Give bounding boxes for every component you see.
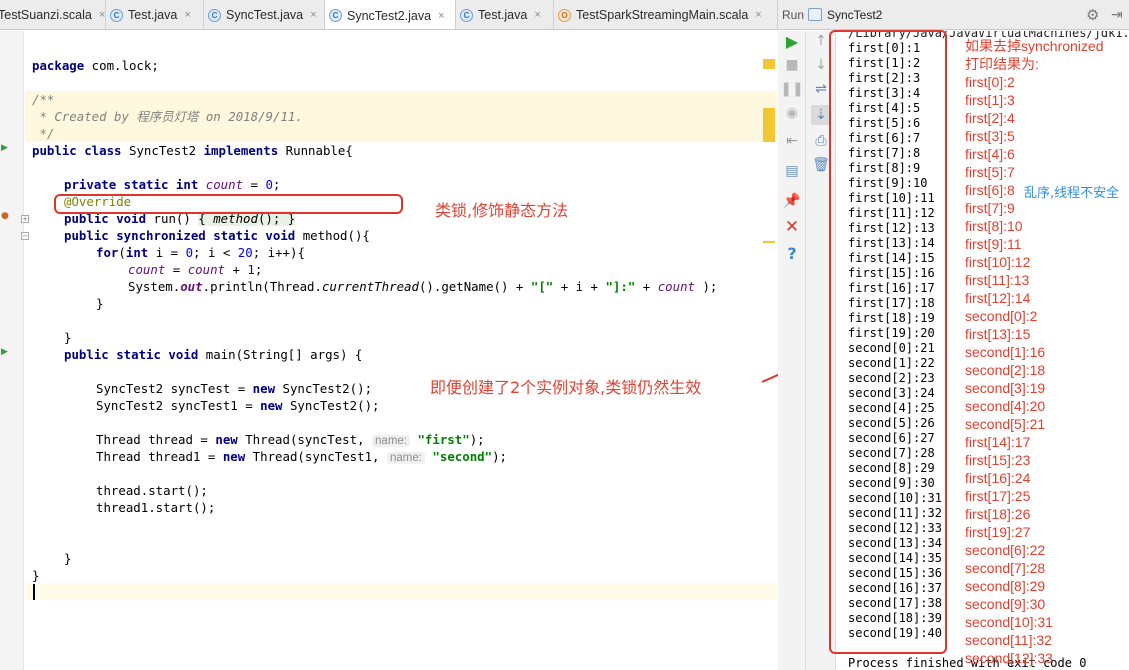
annotation-line: second[1]:16 [965,344,1046,360]
annotation-line: first[7]:9 [965,200,1015,216]
annotation-line: first[2]:4 [965,110,1015,126]
layout-icon[interactable]: ▤ [782,161,802,181]
annotation-line: first[10]:12 [965,254,1031,270]
run-panel-header: Run SyncTest2 ⚙ ⇥ [778,0,1129,30]
exit-icon[interactable]: ⇤ [782,131,802,151]
annotation-line: second[10]:31 [965,614,1053,630]
annotation-line: first[14]:17 [965,434,1031,450]
run-config-icon [808,8,822,21]
run-toolbar: ▶ ■ ❚❚ ◉ ⇤ ▤ 📌 ✕ ? [778,31,806,670]
annotation-line: first[8]:10 [965,218,1023,234]
run-config-tab[interactable]: SyncTest2 [827,8,882,22]
rerun-icon[interactable]: ▶ [782,31,802,51]
gear-icon[interactable]: ⚙ [1086,6,1099,24]
scroll-to-end-icon[interactable]: ⇣ [811,105,831,125]
annotation-line: first[11]:13 [965,272,1030,288]
annotation-line: second[11]:32 [965,632,1052,648]
output-highlight-box [829,30,947,654]
annotation-line: second[7]:28 [965,560,1046,576]
pin-icon[interactable]: 📌 [782,191,802,211]
annotation-line: second[4]:20 [965,398,1046,414]
annotation-line: first[1]:3 [965,92,1015,108]
annotation-line: second[8]:29 [965,578,1046,594]
annotation-line: second[0]:2 [965,308,1038,324]
unsafe-note: 乱序,线程不安全 [1024,186,1120,201]
dump-threads-icon[interactable]: ◉ [782,103,802,123]
annotation-line: second[5]:21 [965,416,1046,432]
stop-icon[interactable]: ■ [782,55,802,75]
hide-panel-icon[interactable]: ⇥ [1111,6,1123,23]
up-icon[interactable]: ↑ [811,31,831,51]
down-icon[interactable]: ↓ [811,55,831,75]
annotation-line: second[9]:30 [965,596,1046,612]
annotation-line: 如果去掉synchronized [965,38,1104,54]
annotation-line: first[19]:27 [965,524,1031,540]
help-icon[interactable]: ? [782,243,802,263]
soft-wrap-icon[interactable]: ⇌ [811,79,831,99]
annotation-line: second[3]:19 [965,380,1046,396]
annotation-line: 打印结果为: [965,56,1039,72]
annotation-line: first[6]:8 [965,182,1015,198]
annotation-line: first[15]:23 [965,452,1031,468]
annotation-line: second[12]:33 [965,650,1053,666]
annotation-line: first[3]:5 [965,128,1015,144]
annotation-line: second[6]:22 [965,542,1046,558]
annotation-line: first[13]:15 [965,326,1031,342]
annotation-line: second[2]:18 [965,362,1046,378]
annotation-line: first[9]:11 [965,236,1022,252]
annotation-line: first[17]:25 [965,488,1031,504]
annotation-line: first[18]:26 [965,506,1031,522]
annotation-line: first[12]:14 [965,290,1031,306]
annotation-line: first[5]:7 [965,164,1015,180]
trash-icon[interactable]: 🗑 [811,155,831,175]
run-panel-label: Run [782,8,805,22]
pause-icon[interactable]: ❚❚ [780,79,803,99]
annotation-line: first[4]:6 [965,146,1015,162]
print-icon[interactable]: ⎙ [811,131,831,151]
annotation-line: first[16]:24 [965,470,1031,486]
annotation-line: first[0]:2 [965,74,1015,90]
close-icon[interactable]: ✕ [782,217,802,237]
